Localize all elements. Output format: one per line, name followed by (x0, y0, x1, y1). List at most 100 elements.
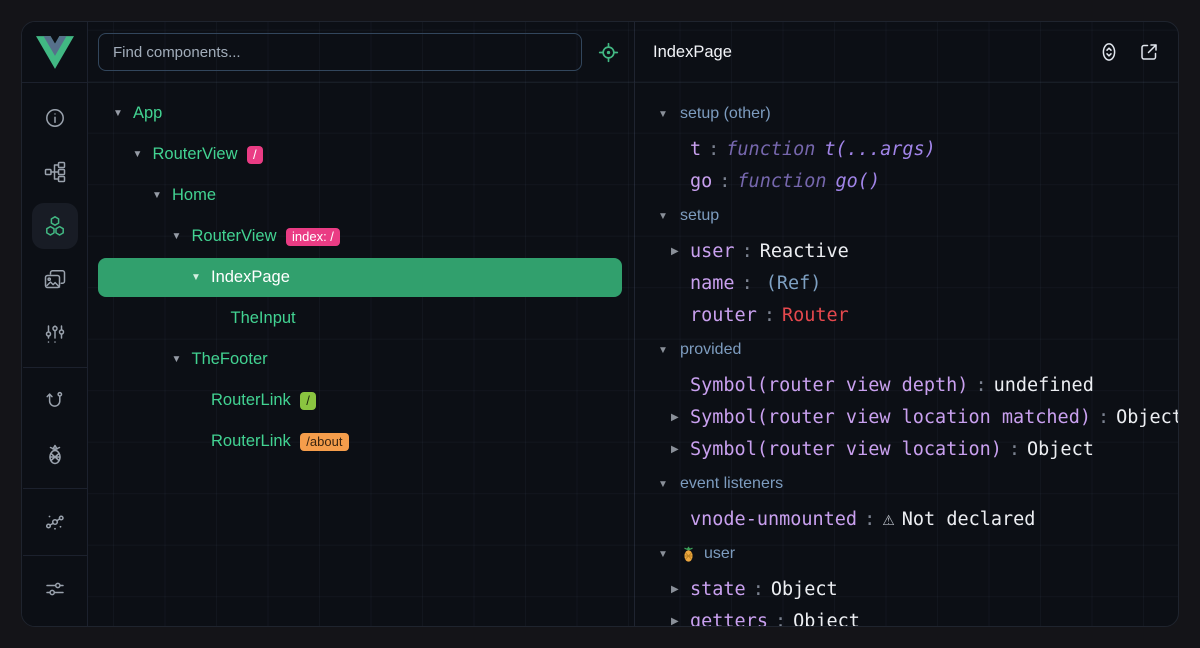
tree-row[interactable]: ▼ RouterView / (88, 134, 634, 175)
tree-row[interactable]: ▼ RouterView index: / (88, 216, 634, 257)
sidebar-item-graph[interactable] (32, 499, 78, 545)
section-toggle-arrow[interactable]: ▼ (658, 109, 671, 120)
entry-value: Object (793, 611, 860, 627)
tree-toggle-arrow[interactable]: ▼ (170, 354, 184, 365)
tree-row[interactable]: TheInput (88, 298, 634, 339)
tree-toggle-arrow[interactable]: ▼ (189, 272, 203, 283)
inspect-component-button[interactable] (595, 39, 621, 65)
state-entry-row[interactable]: ▶ user : Reactive (635, 235, 1178, 267)
sidebar-item-settings[interactable] (32, 566, 78, 612)
entry-toggle-arrow[interactable]: ▶ (671, 246, 690, 257)
entry-key: Symbol(router view location) (690, 439, 1002, 460)
state-section-header[interactable]: ▼ provided (635, 331, 1178, 369)
sidebar (22, 22, 88, 626)
state-section-header[interactable]: ▼ setup (other) (635, 95, 1178, 133)
entry-toggle-arrow[interactable]: ▶ (671, 584, 690, 595)
tree-label: TheInput (231, 309, 296, 328)
entry-value: functiont(...args) (726, 139, 936, 160)
route-badge: / (247, 146, 264, 164)
section-label: setup (680, 207, 719, 225)
tree-label: RouterLink (211, 391, 291, 410)
component-tree: ▼ App ▼ RouterView / ▼ Home ▼ RouterView… (88, 83, 634, 626)
assets-icon (44, 269, 66, 291)
tree-toggle-arrow[interactable]: ▼ (111, 108, 125, 119)
entry-toggle-arrow[interactable]: ▶ (671, 412, 690, 423)
component-tree-panel: ▼ App ▼ RouterView / ▼ Home ▼ RouterView… (88, 22, 634, 626)
entry-key: vnode-unmounted (690, 509, 857, 530)
entry-value: ⚠Not declared (882, 509, 1035, 530)
entry-value: Object (771, 579, 838, 600)
section-toggle-arrow[interactable]: ▼ (658, 479, 671, 490)
entry-key: Symbol(router view location matched) (690, 407, 1091, 428)
tree-toggle-arrow[interactable]: ▼ (170, 231, 184, 242)
entry-colon: : (719, 171, 730, 192)
entry-key: Symbol(router view depth) (690, 375, 968, 396)
open-in-editor-icon (1138, 41, 1160, 63)
sidebar-item-router[interactable] (32, 378, 78, 424)
pineapple-icon (680, 546, 697, 563)
route-badge: /about (300, 433, 349, 451)
warning-icon: ⚠ (882, 513, 895, 529)
state-header: IndexPage (635, 22, 1178, 83)
entry-colon: : (708, 139, 719, 160)
devtools-window: ▼ App ▼ RouterView / ▼ Home ▼ RouterView… (21, 21, 1179, 627)
tree-toggle-arrow[interactable]: ▼ (150, 190, 164, 201)
entry-value: Router (782, 305, 849, 326)
state-entry-row: t : functiont(...args) (635, 133, 1178, 165)
sidebar-item-assets[interactable] (32, 257, 78, 303)
entry-key: user (690, 241, 735, 262)
search-input[interactable] (98, 33, 582, 71)
tree-row[interactable]: ▼ Home (88, 175, 634, 216)
entry-colon: : (1098, 407, 1109, 428)
sidebar-item-overview[interactable] (32, 95, 78, 141)
entry-colon: : (764, 305, 775, 326)
state-section-header[interactable]: ▼ event listeners (635, 465, 1178, 503)
vue-logo-icon (36, 36, 74, 69)
tree-toolbar (88, 22, 634, 83)
tree-row[interactable]: ▼ App (88, 93, 634, 134)
state-entry-row: Symbol(router view depth) : undefined (635, 369, 1178, 401)
open-in-editor-button[interactable] (1136, 39, 1162, 65)
sidebar-item-components[interactable] (32, 203, 78, 249)
entry-colon: : (864, 509, 875, 530)
section-toggle-arrow[interactable]: ▼ (658, 211, 671, 222)
info-icon (44, 107, 66, 129)
state-entry-row[interactable]: ▶ Symbol(router view location matched) :… (635, 401, 1178, 433)
entry-toggle-arrow[interactable]: ▶ (671, 444, 690, 455)
sidebar-item-pages[interactable] (32, 149, 78, 195)
tree-row[interactable]: ▼ IndexPage (98, 258, 622, 297)
scroll-to-component-button[interactable] (1096, 39, 1122, 65)
entry-colon: : (1009, 439, 1020, 460)
section-toggle-arrow[interactable]: ▼ (658, 549, 671, 560)
tree-row[interactable]: RouterLink /about (88, 421, 634, 462)
tree-label: RouterView (192, 227, 277, 246)
tree-row[interactable]: RouterLink / (88, 380, 634, 421)
section-label: event listeners (680, 475, 783, 493)
tree-toggle-arrow[interactable]: ▼ (131, 149, 145, 160)
tree-label: TheFooter (192, 350, 268, 369)
components-icon (44, 215, 66, 237)
entry-value: Object (1116, 407, 1178, 428)
state-entry-row[interactable]: ▶ state : Object (635, 573, 1178, 605)
timeline-icon (44, 323, 66, 345)
pinia-icon (44, 444, 66, 466)
state-entry-row: router : Router (635, 299, 1178, 331)
entry-colon: : (775, 611, 786, 627)
sidebar-divider (23, 555, 87, 556)
sidebar-item-timeline[interactable] (32, 311, 78, 357)
tree-label: RouterView (153, 145, 238, 164)
state-section-header[interactable]: ▼ user (635, 535, 1178, 573)
sidebar-item-pinia[interactable] (32, 432, 78, 478)
vue-logo (22, 22, 87, 83)
state-section-header[interactable]: ▼ setup (635, 197, 1178, 235)
entry-key: t (690, 139, 701, 160)
hierarchy-icon (44, 161, 66, 183)
state-entry-row[interactable]: ▶ getters : Object (635, 605, 1178, 626)
state-entry-row[interactable]: ▶ Symbol(router view location) : Object (635, 433, 1178, 465)
section-toggle-arrow[interactable]: ▼ (658, 345, 671, 356)
section-label: setup (other) (680, 105, 771, 123)
entry-key: router (690, 305, 757, 326)
tree-row[interactable]: ▼ TheFooter (88, 339, 634, 380)
entry-toggle-arrow[interactable]: ▶ (671, 616, 690, 627)
route-badge: / (300, 392, 317, 410)
